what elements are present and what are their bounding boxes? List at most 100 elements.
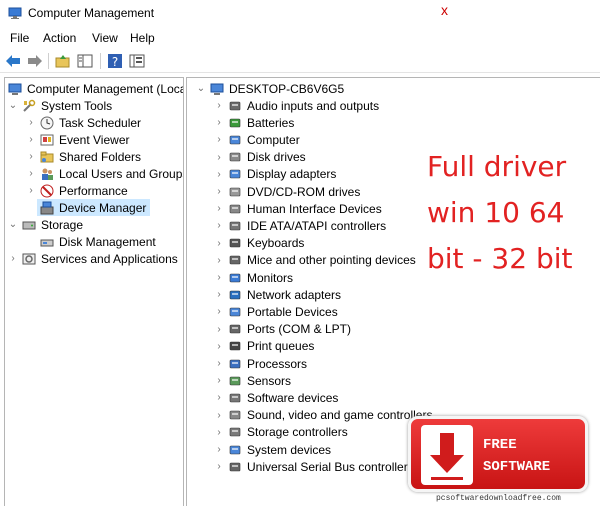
chevron-right-icon[interactable]: › [213, 427, 225, 438]
device-category-item[interactable]: › Batteries [213, 114, 294, 131]
device-category-item[interactable]: › Processors [213, 355, 307, 372]
chevron-right-icon[interactable]: › [213, 392, 225, 403]
chevron-down-icon[interactable]: ⌄ [7, 219, 19, 230]
mouse-icon [227, 253, 243, 267]
services-icon [21, 252, 37, 266]
tree-item-computer-management[interactable]: Computer Management (Local [7, 80, 184, 97]
device-root[interactable]: ⌄ DESKTOP-CB6V6G5 [195, 80, 344, 97]
device-category-item[interactable]: › Display adapters [213, 166, 336, 183]
tree-item-event-viewer[interactable]: › Event Viewer [25, 131, 129, 148]
device-category-item[interactable]: › Portable Devices [213, 303, 337, 320]
chevron-right-icon[interactable]: › [25, 185, 37, 196]
device-category-item[interactable]: › Audio inputs and outputs [213, 97, 379, 114]
chevron-right-icon[interactable]: › [213, 220, 225, 231]
tree-item-device-manager[interactable]: Device Manager [37, 199, 151, 216]
clock-icon [39, 116, 55, 130]
device-manager-icon [39, 201, 55, 215]
up-folder-icon[interactable] [54, 52, 72, 70]
chevron-right-icon[interactable]: › [213, 169, 225, 180]
device-category-item[interactable]: › Keyboards [213, 235, 304, 252]
chevron-right-icon[interactable]: › [213, 341, 225, 352]
tree-item-performance[interactable]: › Performance [25, 182, 127, 199]
tree-item-disk-management[interactable]: Disk Management [37, 233, 156, 250]
chevron-right-icon[interactable]: › [213, 461, 225, 472]
chevron-right-icon[interactable]: › [25, 151, 37, 162]
chevron-right-icon[interactable]: › [25, 134, 37, 145]
ide-controller-icon [227, 219, 243, 233]
title-bar: Computer Management x [0, 0, 600, 28]
device-category-item[interactable]: › Print queues [213, 338, 314, 355]
show-hide-tree-icon[interactable] [76, 52, 94, 70]
tree-item-local-users[interactable]: › Local Users and Groups [25, 165, 183, 182]
toolbar: ? [0, 49, 600, 73]
tree-label: Device Manager [59, 200, 147, 215]
device-category-item[interactable]: › Computer [213, 131, 300, 148]
battery-icon [227, 116, 243, 130]
chevron-right-icon[interactable]: › [213, 152, 225, 163]
device-category-label: Keyboards [247, 236, 305, 251]
chevron-right-icon[interactable]: › [25, 117, 37, 128]
chevron-right-icon[interactable]: › [213, 117, 225, 128]
device-category-item[interactable]: › Disk drives [213, 149, 305, 166]
chevron-right-icon[interactable]: › [213, 100, 225, 111]
menu-view[interactable]: View [92, 31, 118, 45]
tree-item-shared-folders[interactable]: › Shared Folders [25, 148, 141, 165]
chevron-right-icon[interactable]: › [213, 289, 225, 300]
device-category-item[interactable]: › Sound, video and game controllers [213, 407, 432, 424]
chevron-right-icon[interactable]: › [213, 358, 225, 369]
chevron-right-icon[interactable]: › [213, 272, 225, 283]
tree-item-storage[interactable]: ⌄ Storage [7, 216, 83, 233]
tree-label: Computer Management (Local [27, 81, 184, 96]
device-category-item[interactable]: › Mice and other pointing devices [213, 252, 415, 269]
device-category-label: Processors [247, 356, 308, 371]
menu-action[interactable]: Action [43, 31, 76, 45]
chevron-right-icon[interactable]: › [213, 186, 225, 197]
device-category-label: Computer [247, 132, 300, 147]
chevron-right-icon[interactable]: › [213, 375, 225, 386]
tree-item-system-tools[interactable]: ⌄ System Tools [7, 97, 112, 114]
portable-device-icon [227, 305, 243, 319]
sound-icon [227, 408, 243, 422]
chevron-right-icon[interactable]: › [213, 444, 225, 455]
menu-file[interactable]: File [10, 31, 29, 45]
tree-item-services[interactable]: › Services and Applications [7, 250, 178, 267]
tree-item-task-scheduler[interactable]: › Task Scheduler [25, 114, 141, 131]
chevron-right-icon[interactable]: › [213, 255, 225, 266]
system-device-icon [227, 443, 243, 457]
device-category-item[interactable]: › Network adapters [213, 286, 341, 303]
forward-arrow-icon[interactable] [26, 52, 44, 70]
device-category-item[interactable]: › Software devices [213, 389, 338, 406]
chevron-right-icon[interactable]: › [213, 238, 225, 249]
tree-label: Services and Applications [41, 251, 178, 266]
close-icon[interactable]: x [441, 2, 448, 18]
device-category-item[interactable]: › Sensors [213, 372, 291, 389]
device-category-item[interactable]: › IDE ATA/ATAPI controllers [213, 217, 386, 234]
network-adapter-icon [227, 288, 243, 302]
back-arrow-icon[interactable] [4, 52, 22, 70]
promo-line-1: Full driver [427, 150, 567, 183]
device-category-item[interactable]: › DVD/CD-ROM drives [213, 183, 360, 200]
chevron-right-icon[interactable]: › [213, 410, 225, 421]
monitor-icon [227, 271, 243, 285]
badge-line-2: SOFTWARE [483, 459, 551, 475]
chevron-right-icon[interactable]: › [7, 253, 19, 264]
chevron-right-icon[interactable]: › [213, 324, 225, 335]
device-category-item[interactable]: › Universal Serial Bus controllers [213, 458, 414, 475]
storage-icon [21, 218, 37, 232]
help-icon[interactable]: ? [106, 52, 124, 70]
chevron-right-icon[interactable]: › [25, 168, 37, 179]
device-category-item[interactable]: › Monitors [213, 269, 293, 286]
device-category-item[interactable]: › System devices [213, 441, 331, 458]
chevron-down-icon[interactable]: ⌄ [7, 100, 19, 111]
usb-icon [227, 460, 243, 474]
properties-icon[interactable] [128, 52, 146, 70]
chevron-right-icon[interactable]: › [213, 306, 225, 317]
device-category-item[interactable]: › Storage controllers [213, 424, 347, 441]
device-category-item[interactable]: › Ports (COM & LPT) [213, 321, 351, 338]
chevron-right-icon[interactable]: › [213, 203, 225, 214]
device-category-item[interactable]: › Human Interface Devices [213, 200, 381, 217]
device-category-label: Universal Serial Bus controllers [247, 459, 414, 474]
chevron-down-icon[interactable]: ⌄ [195, 83, 207, 94]
menu-help[interactable]: Help [130, 31, 155, 45]
chevron-right-icon[interactable]: › [213, 134, 225, 145]
